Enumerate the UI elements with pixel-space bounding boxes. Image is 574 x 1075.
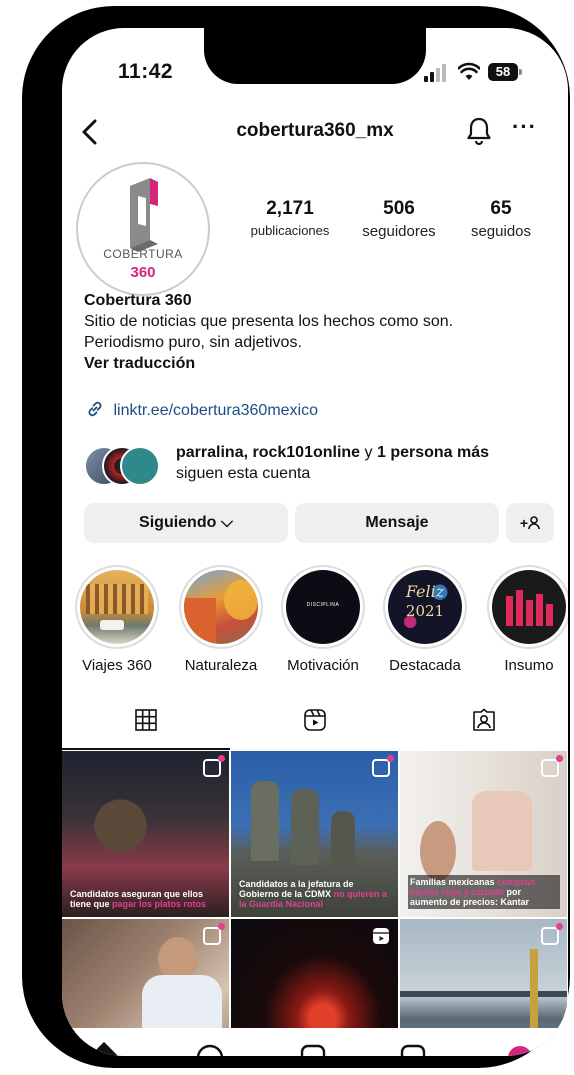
carousel-icon bbox=[541, 755, 563, 777]
highlight-ring bbox=[487, 565, 568, 649]
tab-reels[interactable] bbox=[231, 700, 399, 750]
following-count: 65 bbox=[490, 198, 512, 219]
stat-following[interactable]: 65 seguidos bbox=[456, 198, 546, 240]
reel-icon bbox=[373, 928, 389, 944]
highlight-ring: Feliz 2021 bbox=[383, 565, 467, 649]
carousel-icon bbox=[203, 923, 225, 945]
post-rally[interactable]: Candidatos aseguran que ellos tiene que … bbox=[62, 751, 229, 917]
bio-text: Sitio de noticias que presenta los hecho… bbox=[84, 313, 454, 351]
feliz-2021-icon: Feliz 2021 bbox=[388, 570, 462, 644]
add-user-plus: + bbox=[519, 515, 529, 531]
more-options-icon[interactable]: ··· bbox=[512, 114, 537, 140]
message-button[interactable]: Mensaje bbox=[295, 503, 499, 543]
highlight-label: Motivación bbox=[287, 657, 359, 674]
tab-tagged[interactable] bbox=[400, 700, 568, 750]
wifi-icon bbox=[458, 62, 480, 80]
highlight-label: Viajes 360 bbox=[82, 657, 152, 674]
followers-count: 506 bbox=[383, 198, 415, 219]
followed-by-connector: y bbox=[360, 444, 377, 461]
highlight-destacada[interactable]: Feliz 2021 Destacada bbox=[376, 565, 474, 674]
posts-label: publicaciones bbox=[250, 223, 330, 238]
stat-posts[interactable]: 2,171 publicaciones bbox=[240, 198, 340, 238]
add-user-button[interactable]: + bbox=[506, 503, 554, 543]
street-photo-icon bbox=[184, 570, 258, 644]
followed-by-row[interactable]: parralina, rock101online y 1 persona más… bbox=[84, 442, 554, 492]
bottom-nav-icons bbox=[90, 1041, 532, 1056]
following-label: seguidos bbox=[470, 223, 532, 240]
status-icons: 58 bbox=[424, 62, 544, 84]
follower-avatars bbox=[84, 446, 164, 486]
carousel-icon bbox=[372, 755, 394, 777]
highlight-label: Insumo bbox=[504, 657, 554, 674]
carousel-icon bbox=[203, 755, 225, 777]
post-caption-text: Familias mexicanas bbox=[410, 877, 498, 887]
profile-bio: Cobertura 360 Sitio de noticias que pres… bbox=[84, 290, 554, 374]
profile-actions: Siguiendo ⌵ Mensaje + bbox=[84, 503, 554, 543]
highlight-naturaleza[interactable]: Naturaleza bbox=[172, 565, 270, 674]
followed-by-names: parralina, rock101online bbox=[176, 444, 361, 461]
profile-header: cobertura360_mx ··· bbox=[62, 110, 568, 154]
dark-cover-icon: DISCIPLINA bbox=[286, 570, 360, 644]
battery-icon: 58 bbox=[488, 63, 522, 81]
status-time: 11:42 bbox=[118, 60, 174, 83]
post-caption: Candidatos a la jefatura de Gobierno de … bbox=[239, 879, 391, 909]
tagged-icon bbox=[473, 708, 495, 731]
profile-tabs bbox=[62, 700, 568, 750]
profile-link-text: linktr.ee/cobertura360mexico bbox=[113, 402, 319, 419]
followed-by-text: parralina, rock101online y 1 persona más… bbox=[176, 442, 556, 484]
following-button[interactable]: Siguiendo ⌵ bbox=[84, 503, 288, 543]
highlight-ring: DISCIPLINA bbox=[281, 565, 365, 649]
active-tab-indicator bbox=[62, 748, 230, 750]
highlight-insumo[interactable]: Insumo bbox=[480, 565, 568, 674]
profile-link[interactable]: linktr.ee/cobertura360mexico bbox=[86, 400, 318, 420]
post-caption-highlight: pagar los platos rotos bbox=[112, 899, 207, 909]
avatar-logo-number: 360 bbox=[130, 264, 156, 281]
see-translation-link[interactable]: Ver traducción bbox=[84, 353, 554, 374]
signal-icon bbox=[424, 64, 450, 82]
profile-name: Cobertura 360 bbox=[84, 292, 192, 309]
follower-avatar-3 bbox=[120, 446, 160, 486]
post-clothes[interactable]: Familias mexicanas compran menos ropa y … bbox=[400, 751, 567, 917]
tab-grid[interactable] bbox=[62, 700, 230, 750]
stat-followers[interactable]: 506 seguidores bbox=[344, 198, 454, 240]
phone-screen: 11:42 58 cobertura360_mx ··· COBERTURA 3… bbox=[62, 28, 568, 1056]
avatar-logo-text: COBERTURA bbox=[103, 247, 183, 261]
posts-count: 2,171 bbox=[266, 198, 314, 219]
building-photo-icon bbox=[80, 570, 154, 644]
posts-grid: Candidatos aseguran que ellos tiene que … bbox=[62, 751, 568, 1056]
story-highlights: Viajes 360 Naturaleza DISCIPLINA Motivac… bbox=[62, 565, 568, 680]
notch bbox=[204, 28, 426, 84]
bottom-nav bbox=[62, 1028, 568, 1056]
bell-icon[interactable] bbox=[466, 116, 492, 146]
highlight-label: Destacada bbox=[389, 657, 461, 674]
profile-username: cobertura360_mx bbox=[236, 120, 394, 141]
link-icon bbox=[88, 401, 102, 417]
reels-icon bbox=[304, 709, 326, 731]
year-text: 2021 bbox=[405, 602, 445, 620]
highlight-viajes-360[interactable]: Viajes 360 bbox=[68, 565, 166, 674]
post-soldiers[interactable]: Candidatos a la jefatura de Gobierno de … bbox=[231, 751, 398, 917]
followers-label: seguidores bbox=[362, 223, 436, 240]
followed-by-suffix: siguen esta cuenta bbox=[176, 465, 311, 482]
profile-stats: 2,171 publicaciones 506 seguidores 65 se… bbox=[240, 198, 550, 248]
post-caption: Familias mexicanas compran menos ropa y … bbox=[408, 875, 560, 909]
followed-by-more: 1 persona más bbox=[376, 444, 490, 461]
post-caption: Candidatos aseguran que ellos tiene que … bbox=[70, 889, 222, 909]
highlight-label: Naturaleza bbox=[184, 657, 258, 674]
person-icon bbox=[528, 516, 540, 530]
grid-icon bbox=[135, 709, 157, 731]
profile-avatar[interactable]: COBERTURA 360 bbox=[76, 162, 210, 296]
highlight-ring bbox=[75, 565, 159, 649]
highlight-ring bbox=[179, 565, 263, 649]
motivation-cover-text: DISCIPLINA bbox=[306, 602, 340, 608]
bar-chart-cover-icon bbox=[492, 570, 566, 644]
highlight-motivacion[interactable]: DISCIPLINA Motivación bbox=[274, 565, 372, 674]
carousel-icon bbox=[541, 923, 563, 945]
feliz-text: Feliz bbox=[405, 582, 445, 601]
